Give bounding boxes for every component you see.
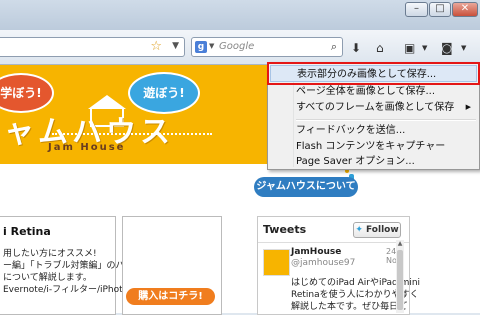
minimize-button[interactable]: – (405, 2, 428, 17)
scroll-up-arrow-icon[interactable]: ▲ (396, 240, 404, 248)
menu-item-save-entire-page[interactable]: ページ全体を画像として保存... (270, 83, 477, 100)
tweets-widget: Tweets ✦ Follow JamHouse @jamhouse97 24 … (257, 216, 420, 315)
close-button[interactable]: ✕ (452, 2, 478, 17)
book-info-panel: i Retina 用したい方にオススメ! ー編」「トラブル対策編」のパート につ… (0, 216, 143, 315)
follow-label: Follow (366, 225, 399, 235)
page-saver-icon[interactable]: ◙ (441, 41, 453, 55)
about-jamhouse-button[interactable]: ジャムハウスについて (254, 177, 358, 197)
url-bar[interactable]: ☆ ▼ (0, 37, 185, 57)
book-title: i Retina (3, 225, 51, 238)
search-bar[interactable]: g ▼ Google ⌕ (191, 37, 343, 57)
url-dropdown-icon[interactable]: ▼ (172, 41, 179, 51)
book-desc-line: Evernote/i-フィルター/iPhoto (3, 285, 129, 295)
page-saver-dropdown-icon[interactable]: ▼ (461, 44, 466, 52)
menu-item-label: 表示部分のみ画像として保存... (297, 69, 437, 80)
tweets-scroll-thumb[interactable] (397, 250, 403, 310)
navigation-toolbar: ☆ ▼ g ▼ Google ⌕ ⬇ ⌂ ▣ ▼ ◙ ▼ (0, 30, 480, 65)
divider (258, 242, 409, 243)
bookmarks-menu-icon[interactable]: ▣ (404, 41, 415, 55)
menu-separator (296, 119, 476, 121)
window-titlebar: – □ ✕ (0, 0, 480, 30)
menu-item-label: ページ全体を画像として保存... (296, 86, 436, 97)
tweets-header: Tweets (263, 223, 307, 236)
menu-item-save-all-frames[interactable]: すべてのフレームを画像として保存 ▶ (270, 99, 477, 116)
twitter-bird-icon: ✦ (355, 225, 363, 235)
menu-item-page-saver-options[interactable]: Page Saver オプション... (270, 153, 477, 170)
banner-dotted-line (52, 133, 212, 135)
search-engine-dropdown-icon[interactable]: ▼ (209, 42, 214, 50)
menu-item-label: すべてのフレームを画像として保存 (296, 102, 455, 113)
bookmarks-dropdown-icon[interactable]: ▼ (422, 44, 427, 52)
buy-button[interactable]: 購入はコチラ! (126, 288, 215, 305)
banner-subtitle: Jam House (48, 142, 126, 153)
download-icon[interactable]: ⬇ (351, 41, 361, 55)
follow-button[interactable]: ✦ Follow (353, 222, 401, 238)
submenu-arrow-icon: ▶ (465, 103, 471, 111)
magnifier-icon[interactable]: ⌕ (331, 40, 337, 54)
tweet-text-line: 解説した本です。ぜひ毎日ご (291, 302, 408, 312)
menu-item-label: フィードバックを送信... (296, 125, 406, 136)
menu-item-label: Page Saver オプション... (296, 156, 415, 167)
page-saver-menu: 表示部分のみ画像として保存... ページ全体を画像として保存... すべてのフレ… (267, 62, 480, 170)
menu-item-save-visible[interactable]: 表示部分のみ画像として保存... (267, 62, 480, 85)
search-engine-icon[interactable]: g (195, 41, 207, 53)
maximize-button[interactable]: □ (429, 2, 451, 17)
tweet-author-handle[interactable]: @jamhouse97 (291, 258, 355, 268)
menu-item-send-feedback[interactable]: フィードバックを送信... (270, 122, 477, 139)
avatar[interactable] (263, 249, 290, 276)
bookmark-star-icon[interactable]: ☆ (150, 39, 162, 54)
search-placeholder: Google (219, 41, 255, 52)
purchase-panel: 購入はコチラ! (122, 216, 222, 315)
home-icon[interactable]: ⌂ (376, 41, 384, 55)
tweet-author-name[interactable]: JamHouse (291, 247, 341, 257)
